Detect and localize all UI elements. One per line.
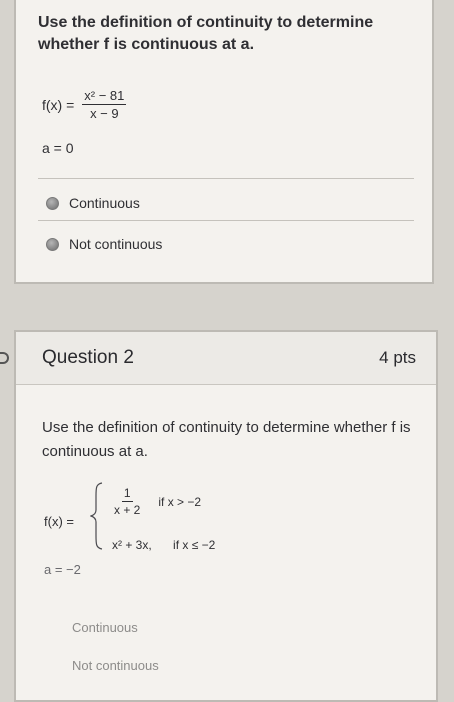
question-1-a-value: a = 0 [42,140,74,156]
case-1-condition: if x > −2 [158,494,202,509]
radio-button-icon[interactable] [46,237,59,251]
question-2-a-value: a = −2 [44,562,81,577]
function-label: f(x) = [42,96,75,113]
question-2-card: Question 2 4 pts Use the definition of c… [14,330,438,702]
fraction-numerator: x² − 81 [82,88,127,105]
question-2-prompt: Use the definition of continuity to dete… [42,419,411,460]
option-label: Not continuous [69,236,163,252]
left-brace-icon [90,482,103,550]
question-2-title: Question 2 [42,347,134,368]
function-fraction: x² − 81 x − 9 [82,88,127,121]
question-1-card: Use the definition of continuity to dete… [14,0,434,284]
question-2-header: Question 2 4 pts [16,332,436,385]
option-not-continuous[interactable]: Not continuous [46,236,162,252]
divider [38,178,414,179]
option-continuous[interactable]: Continuous [46,195,140,211]
fraction-denominator: x − 9 [90,106,119,121]
piecewise-case-2: x² + 3x, if x ≤ −2 [112,538,215,552]
fraction-numerator: 1 [121,486,133,502]
function-label: f(x) = [44,514,74,529]
question-1-function: f(x) = x² − 81 x − 9 [42,88,127,121]
question-1-prompt: Use the definition of continuity to dete… [38,14,374,53]
piecewise-case-1: 1 x + 2 if x > −2 [110,486,201,517]
question-2-points: 4 pts [379,348,416,367]
radio-button-icon[interactable] [46,196,59,210]
case-2-expression: x² + 3x, [112,538,152,552]
fraction-denominator: x + 2 [114,503,141,517]
case-2-condition: if x ≤ −2 [173,538,216,552]
option-label: Continuous [69,195,140,211]
divider [38,220,414,221]
question-marker-icon [0,352,9,364]
option-continuous[interactable]: Continuous [72,620,138,635]
option-not-continuous[interactable]: Not continuous [72,658,159,673]
case-1-fraction: 1 x + 2 [114,486,140,517]
